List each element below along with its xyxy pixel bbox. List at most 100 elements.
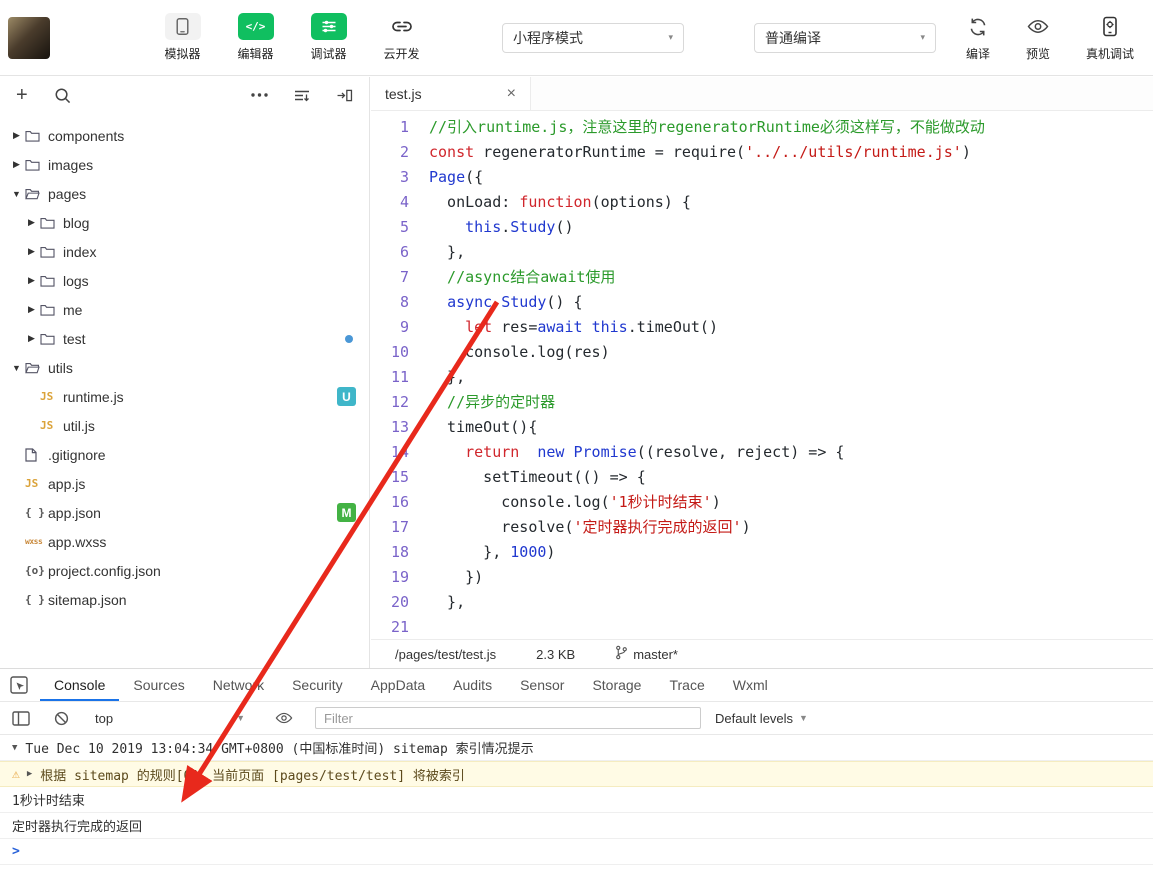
tree-item-blog[interactable]: ▶blog bbox=[0, 208, 369, 237]
context-select[interactable]: top ▼ bbox=[95, 711, 245, 726]
console-sidebar-icon[interactable] bbox=[12, 711, 30, 726]
clear-console-icon[interactable] bbox=[54, 711, 69, 726]
debugger-button[interactable]: 调试器 bbox=[292, 13, 365, 62]
chevron-right-icon[interactable]: ▶ bbox=[23, 304, 40, 315]
tree-item-pages[interactable]: ▼pages bbox=[0, 179, 369, 208]
debugger-tab-appdata[interactable]: AppData bbox=[357, 669, 439, 701]
eye-icon bbox=[1027, 13, 1049, 40]
mode-select[interactable]: 小程序模式 ▾ bbox=[502, 23, 684, 53]
code-line[interactable]: 17 resolve('定时器执行完成的返回') bbox=[371, 515, 1153, 540]
code-line[interactable]: 2const regeneratorRuntime = require('../… bbox=[371, 140, 1153, 165]
code-line[interactable]: 6 }, bbox=[371, 240, 1153, 265]
chevron-right-icon[interactable]: ▶ bbox=[23, 275, 40, 286]
compile-button[interactable]: 编译 bbox=[950, 13, 1006, 62]
code-line[interactable]: 12 //异步的定时器 bbox=[371, 390, 1153, 415]
debugger-tab-wxml[interactable]: Wxml bbox=[719, 669, 782, 701]
line-number: 11 bbox=[371, 365, 429, 390]
chevron-right-icon[interactable]: ▶ bbox=[23, 246, 40, 257]
console-prompt[interactable]: > bbox=[0, 839, 1153, 865]
code-line[interactable]: 9 let res=await this.timeOut() bbox=[371, 315, 1153, 340]
chevron-down-icon[interactable]: ▼ bbox=[8, 363, 25, 373]
debugger-tab-sources[interactable]: Sources bbox=[119, 669, 198, 701]
compile-mode-select[interactable]: 普通编译 ▾ bbox=[754, 23, 936, 53]
code-line[interactable]: 14 return new Promise((resolve, reject) … bbox=[371, 440, 1153, 465]
code-line[interactable]: 16 console.log('1秒计时结束') bbox=[371, 490, 1153, 515]
code-line[interactable]: 3Page({ bbox=[371, 165, 1153, 190]
code-line[interactable]: 15 setTimeout(() => { bbox=[371, 465, 1153, 490]
code-line[interactable]: 11 }, bbox=[371, 365, 1153, 390]
sort-files-button[interactable] bbox=[294, 89, 310, 102]
code-line[interactable]: 20 }, bbox=[371, 590, 1153, 615]
tree-item--gitignore[interactable]: .gitignore bbox=[0, 440, 369, 469]
console-log[interactable]: 定时器执行完成的返回 bbox=[0, 813, 1153, 839]
real-device-debug-button[interactable]: 真机调试 bbox=[1070, 13, 1150, 62]
console-group[interactable]: ▼Tue Dec 10 2019 13:04:34 GMT+0800 (中国标准… bbox=[0, 735, 1153, 761]
expander-down-icon[interactable]: ▼ bbox=[12, 743, 17, 753]
git-status-badge: M bbox=[337, 503, 356, 522]
code-area[interactable]: 1//引入runtime.js，注意这里的regeneratorRuntime必… bbox=[371, 111, 1153, 639]
tab-label: test.js bbox=[385, 86, 422, 102]
code-line[interactable]: 13 timeOut(){ bbox=[371, 415, 1153, 440]
add-file-button[interactable]: + bbox=[16, 85, 28, 105]
chevron-right-icon[interactable]: ▶ bbox=[8, 159, 25, 170]
tree-item-utils[interactable]: ▼utils bbox=[0, 353, 369, 382]
code-line[interactable]: 19 }) bbox=[371, 565, 1153, 590]
code-line[interactable]: 7 //async结合await使用 bbox=[371, 265, 1153, 290]
code-line[interactable]: 5 this.Study() bbox=[371, 215, 1153, 240]
code-line[interactable]: 10 console.log(res) bbox=[371, 340, 1153, 365]
code-line[interactable]: 1//引入runtime.js，注意这里的regeneratorRuntime必… bbox=[371, 115, 1153, 140]
real-device-debug-label: 真机调试 bbox=[1086, 45, 1134, 62]
user-avatar[interactable] bbox=[8, 17, 50, 59]
chevron-right-icon[interactable]: ▶ bbox=[8, 130, 25, 141]
debugger-tab-security[interactable]: Security bbox=[278, 669, 357, 701]
simulator-button[interactable]: 模拟器 bbox=[146, 13, 219, 62]
chevron-right-icon[interactable]: ▶ bbox=[23, 217, 40, 228]
tree-item-components[interactable]: ▶components bbox=[0, 121, 369, 150]
line-number: 12 bbox=[371, 390, 429, 415]
console-log[interactable]: 1秒计时结束 bbox=[0, 787, 1153, 813]
collapse-panel-button[interactable] bbox=[336, 89, 353, 102]
tree-item-util-js[interactable]: JSutil.js bbox=[0, 411, 369, 440]
chevron-down-icon: ▼ bbox=[236, 713, 245, 723]
chevron-down-icon[interactable]: ▼ bbox=[8, 189, 25, 199]
eye-icon[interactable] bbox=[275, 712, 293, 724]
line-number: 1 bbox=[371, 115, 429, 140]
preview-button[interactable]: 预览 bbox=[1010, 13, 1066, 62]
search-button[interactable] bbox=[54, 87, 71, 104]
tree-item-me[interactable]: ▶me bbox=[0, 295, 369, 324]
tree-item-project-config-json[interactable]: {o}project.config.json bbox=[0, 556, 369, 585]
git-branch[interactable]: master* bbox=[615, 645, 678, 663]
tree-item-sitemap-json[interactable]: { }sitemap.json bbox=[0, 585, 369, 614]
debugger-tab-audits[interactable]: Audits bbox=[439, 669, 506, 701]
tree-item-index[interactable]: ▶index bbox=[0, 237, 369, 266]
debugger-tab-storage[interactable]: Storage bbox=[578, 669, 655, 701]
code-line[interactable]: 18 }, 1000) bbox=[371, 540, 1153, 565]
tree-item-app-wxss[interactable]: wxssapp.wxss bbox=[0, 527, 369, 556]
debugger-tab-console[interactable]: Console bbox=[40, 669, 119, 701]
log-levels-select[interactable]: Default levels ▼ bbox=[715, 711, 808, 726]
chevron-right-icon[interactable]: ▶ bbox=[23, 333, 40, 344]
cloud-dev-button[interactable]: 云开发 bbox=[365, 13, 438, 62]
tab-test-js[interactable]: test.js × bbox=[371, 77, 531, 110]
expander-right-icon[interactable]: ▶ bbox=[27, 769, 32, 779]
code-line[interactable]: 4 onLoad: function(options) { bbox=[371, 190, 1153, 215]
debugger-tab-network[interactable]: Network bbox=[199, 669, 278, 701]
code-line[interactable]: 8 async Study() { bbox=[371, 290, 1153, 315]
debugger-tab-sensor[interactable]: Sensor bbox=[506, 669, 578, 701]
code-line[interactable]: 21 bbox=[371, 615, 1153, 639]
json-file-icon: { } bbox=[25, 506, 48, 519]
tree-item-app-js[interactable]: JSapp.js bbox=[0, 469, 369, 498]
tree-item-runtime-js[interactable]: JSruntime.jsU bbox=[0, 382, 369, 411]
close-icon[interactable]: × bbox=[507, 85, 516, 103]
tree-item-logs[interactable]: ▶logs bbox=[0, 266, 369, 295]
more-options-button[interactable] bbox=[251, 93, 268, 97]
filter-input[interactable] bbox=[315, 707, 701, 729]
inspect-icon[interactable] bbox=[10, 676, 28, 694]
debugger-tab-trace[interactable]: Trace bbox=[655, 669, 718, 701]
editor-button[interactable]: </> 编辑器 bbox=[219, 13, 292, 62]
tree-item-app-json[interactable]: { }app.jsonM bbox=[0, 498, 369, 527]
tree-item-images[interactable]: ▶images bbox=[0, 150, 369, 179]
console-message-text: 1秒计时结束 bbox=[12, 790, 85, 809]
console-warning[interactable]: ⚠▶根据 sitemap 的规则[0]，当前页面 [pages/test/tes… bbox=[0, 761, 1153, 787]
tree-item-test[interactable]: ▶test bbox=[0, 324, 369, 353]
